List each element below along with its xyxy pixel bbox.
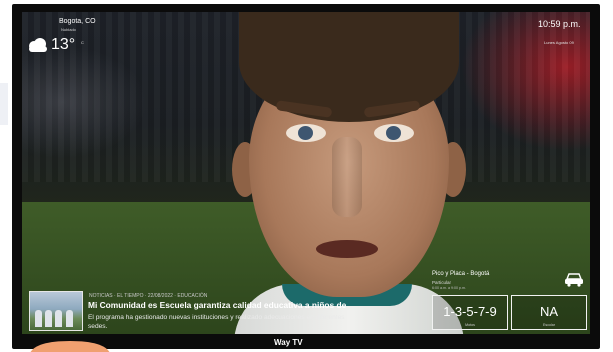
- clock-date: Lunes Agosto 09: [544, 40, 574, 45]
- temperature-unit: C: [81, 40, 84, 45]
- cloudy-icon: [29, 38, 47, 52]
- weather-condition: Nublado: [61, 27, 76, 32]
- other-restriction-value: NA: [539, 304, 559, 319]
- thumb-figure: [45, 310, 52, 327]
- video-screen[interactable]: [22, 12, 590, 334]
- pico-y-placa-schedule: 6:00 a.m. a 9:00 p.m.: [432, 286, 466, 290]
- clock-time: 10:59 p.m.: [538, 19, 581, 29]
- mouth: [316, 240, 378, 258]
- decorative-curve: [30, 341, 110, 352]
- restricted-plates-box: 1-3-5-7-9 Motos: [432, 295, 508, 330]
- thumb-figure: [35, 310, 42, 327]
- restricted-plates: 1-3-5-7-9: [443, 304, 497, 319]
- news-summary: El programa ha gestionado nuevas institu…: [88, 314, 345, 330]
- other-restriction-caption: Escolar: [543, 323, 555, 327]
- nose: [332, 137, 362, 217]
- other-restriction-box: NA Escolar: [511, 295, 587, 330]
- brand-label: Way TV: [274, 338, 303, 347]
- news-thumbnail[interactable]: [29, 291, 83, 331]
- news-headline[interactable]: Mi Comunidad es Escuela garantiza calida…: [88, 300, 346, 310]
- thumb-figure: [55, 310, 62, 327]
- restricted-plates-caption: Motos: [465, 323, 475, 327]
- weather-location: Bogota, CO: [59, 18, 96, 25]
- car-icon: [565, 273, 583, 287]
- eye-left: [286, 124, 326, 142]
- pico-y-placa-title: Pico y Placa - Bogotá: [432, 271, 490, 277]
- eye-right: [374, 124, 414, 142]
- thumb-figure: [66, 310, 73, 327]
- temperature: 13°: [51, 36, 76, 53]
- pico-y-placa-subtitle: Particular: [432, 280, 452, 285]
- news-meta: NOTICIAS · EL TIEMPO · 22/08/2022 · EDUC…: [89, 293, 208, 299]
- side-tab: [0, 83, 8, 125]
